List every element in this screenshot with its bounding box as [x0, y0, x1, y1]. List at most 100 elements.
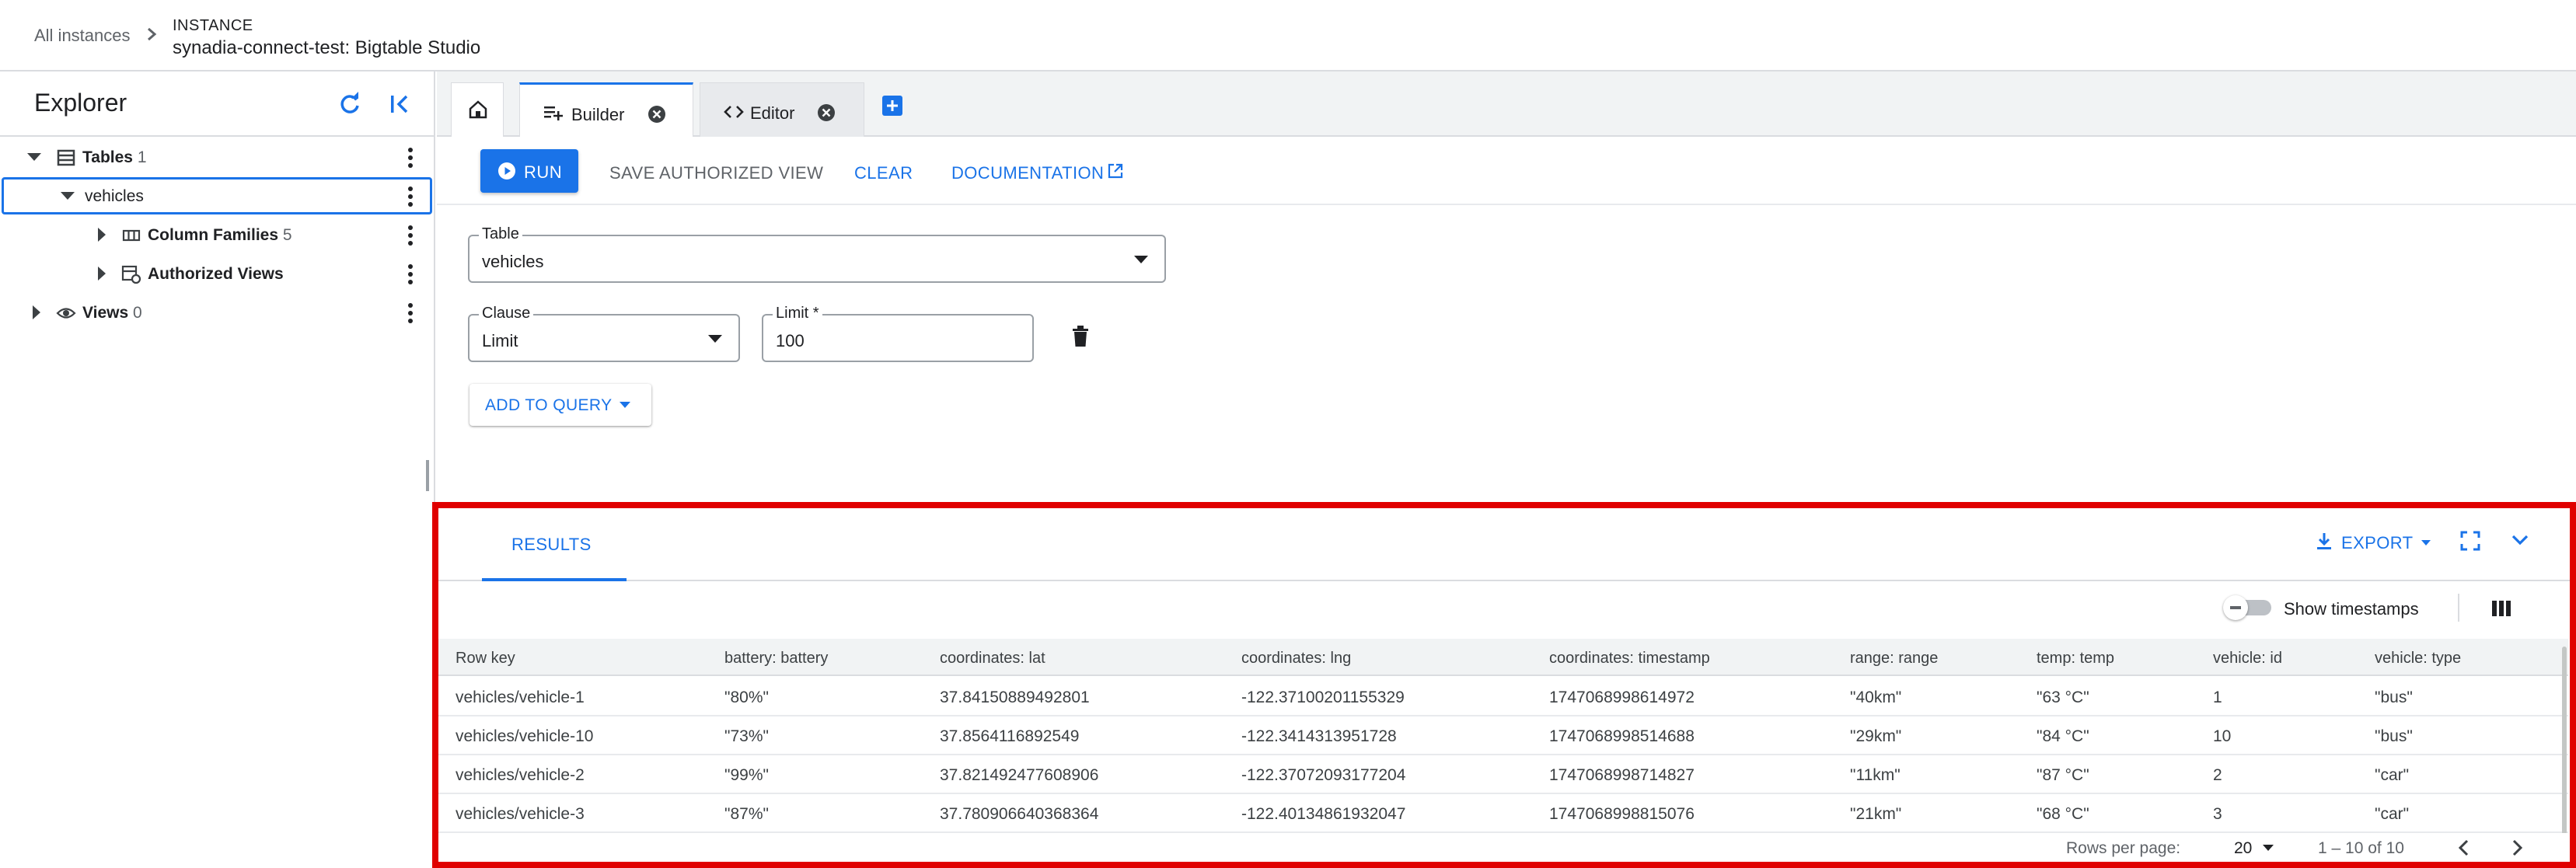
tree-tables-label: Tables [82, 148, 133, 166]
export-button[interactable]: EXPORT [2315, 525, 2431, 559]
limit-input-value: 100 [776, 331, 805, 350]
table-cell: -122.3414313951728 [1241, 727, 1397, 745]
table-scrollbar[interactable] [2562, 647, 2567, 841]
play-circle-icon [498, 162, 515, 180]
table-row[interactable]: vehicles/vehicle-1 "80%" 37.84150889492801… [438, 678, 2568, 716]
tree-views-label: Views [82, 304, 129, 322]
view-columns-icon[interactable] [2490, 598, 2512, 619]
table-cell: 37.84150889492801 [940, 688, 1090, 706]
column-header[interactable]: vehicle: id [2213, 650, 2282, 668]
run-label: RUN [524, 162, 563, 182]
table-select-value: vehicles [482, 252, 544, 271]
caret-right-icon[interactable] [26, 303, 45, 322]
tab-results[interactable]: RESULTS [482, 532, 627, 581]
tree-item-vehicles[interactable]: vehicles [2, 177, 432, 214]
tree-item-column-families[interactable]: Column Families 5 [0, 216, 432, 253]
breadcrumb-all-instances[interactable]: All instances [34, 26, 131, 46]
rows-per-page-select[interactable]: 20 [2234, 836, 2288, 861]
more-vert-icon[interactable] [406, 224, 415, 247]
clause-select-value: Limit [482, 331, 518, 350]
instance-label: INSTANCE [173, 17, 253, 34]
caret-down-icon[interactable] [25, 148, 44, 166]
home-icon [469, 100, 487, 119]
table-row[interactable]: vehicles/vehicle-10 "73%" 37.8564116892549… [438, 716, 2568, 755]
tree-item-authorized-views[interactable]: Authorized Views [0, 255, 432, 292]
more-vert-icon[interactable] [406, 185, 415, 208]
caret-right-icon[interactable] [92, 225, 110, 244]
table-select[interactable]: Table vehicles [468, 225, 1166, 283]
sidebar-resize-handle[interactable] [426, 460, 429, 491]
table-cell: "68 °C" [2037, 805, 2089, 823]
dropdown-arrow-icon [620, 402, 630, 408]
tree-item-views[interactable]: Views 0 [0, 294, 432, 331]
tree-vehicles-label: vehicles [85, 187, 144, 205]
clause-select[interactable]: Clause Limit [468, 305, 740, 362]
table-cell: "87%" [724, 805, 769, 823]
table-cell: 37.8564116892549 [940, 727, 1080, 745]
tab-builder[interactable]: Builder [519, 82, 693, 137]
toggle-knob [2223, 595, 2248, 620]
limit-input-label: Limit * [773, 305, 822, 322]
playlist-add-icon [544, 106, 563, 120]
save-authorized-view-button[interactable]: SAVE AUTHORIZED VIEW [609, 163, 823, 183]
table-cell: "bus" [2375, 727, 2413, 745]
add-tab-icon[interactable] [881, 95, 903, 117]
column-header[interactable]: coordinates: lat [940, 650, 1045, 668]
chevron-right-icon[interactable] [2506, 836, 2528, 859]
table-cell: 3 [2213, 805, 2222, 823]
chevron-down-icon[interactable] [2509, 532, 2531, 549]
table-cell: "11km" [1850, 766, 1901, 784]
tab-editor-label: Editor [750, 103, 795, 123]
column-header[interactable]: battery: battery [724, 650, 828, 668]
table-cell: -122.40134861932047 [1241, 805, 1406, 823]
add-to-query-button[interactable]: ADD TO QUERY [469, 384, 651, 426]
tree-views-count: 0 [133, 304, 142, 322]
show-timestamps-toggle[interactable] [2223, 595, 2273, 620]
more-vert-icon[interactable] [406, 146, 415, 169]
column-families-icon [122, 229, 141, 242]
documentation-link[interactable]: DOCUMENTATION [951, 163, 1104, 183]
run-button[interactable]: RUN [480, 149, 578, 193]
table-icon [57, 149, 75, 166]
show-timestamps-label: Show timestamps [2284, 599, 2419, 619]
table-cell: "73%" [724, 727, 769, 745]
tab-home[interactable] [451, 82, 504, 137]
table-cell: "99%" [724, 766, 769, 784]
more-vert-icon[interactable] [406, 263, 415, 286]
table-cell: 37.780906640368364 [940, 805, 1099, 823]
table-row[interactable]: vehicles/vehicle-3 "87%" 37.78090664036836… [438, 794, 2568, 833]
results-header: RESULTS EXPORT [438, 508, 2570, 581]
table-cell: "29km" [1850, 727, 1902, 745]
table-select-label: Table [479, 225, 522, 243]
table-row[interactable]: vehicles/vehicle-2 "99%" 37.82149247760890… [438, 755, 2568, 794]
close-icon[interactable] [817, 103, 836, 122]
chevron-left-icon[interactable] [2453, 836, 2475, 859]
column-header[interactable]: coordinates: lng [1241, 650, 1351, 668]
top-header: All instances INSTANCE synadia-connect-t… [0, 0, 2576, 71]
clear-button[interactable]: CLEAR [854, 163, 913, 183]
fullscreen-icon[interactable] [2459, 530, 2481, 552]
column-header[interactable]: range: range [1850, 650, 1938, 668]
tree-item-tables[interactable]: Tables 1 [0, 138, 432, 176]
table-cell: 10 [2213, 727, 2232, 745]
column-header[interactable]: temp: temp [2037, 650, 2114, 668]
tree-column-families-label: Column Families [148, 226, 279, 244]
results-panel: RESULTS EXPORT Show timestamps Row key ba… [432, 502, 2576, 868]
caret-right-icon[interactable] [92, 264, 110, 283]
pagination: Rows per page: 20 1 – 10 of 10 [438, 833, 2570, 862]
column-header[interactable]: vehicle: type [2375, 650, 2461, 668]
code-icon [724, 106, 744, 118]
collapse-left-icon[interactable] [384, 89, 415, 120]
close-icon[interactable] [647, 105, 666, 124]
table-cell: vehicles/vehicle-1 [456, 688, 585, 706]
dropdown-arrow-icon [708, 335, 722, 343]
more-vert-icon[interactable] [406, 302, 415, 325]
tab-editor[interactable]: Editor [700, 82, 864, 137]
caret-down-icon[interactable] [58, 186, 77, 205]
limit-input[interactable]: Limit * 100 [762, 305, 1034, 362]
column-header[interactable]: Row key [456, 650, 515, 668]
delete-icon[interactable] [1071, 325, 1090, 348]
refresh-icon[interactable] [334, 89, 365, 120]
table-cell: 1747068998714827 [1549, 766, 1695, 784]
column-header[interactable]: coordinates: timestamp [1549, 650, 1710, 668]
